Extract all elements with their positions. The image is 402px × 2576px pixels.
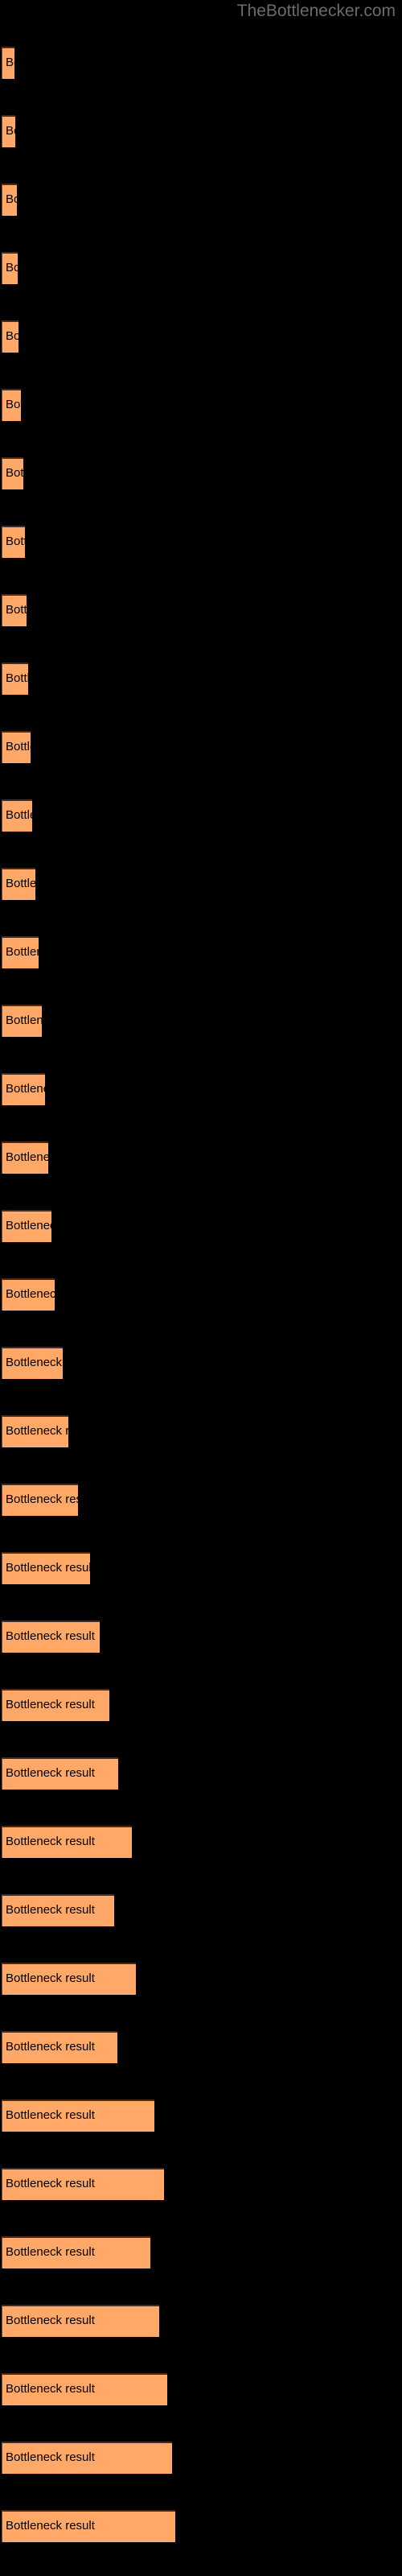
bar[interactable] [2,2031,117,2063]
bar[interactable] [2,1484,78,1516]
bar[interactable] [2,2168,164,2200]
bar[interactable] [2,2442,172,2474]
bar[interactable] [2,526,25,558]
bar-label: Bottleneck result [6,329,95,343]
bar[interactable] [2,2305,159,2337]
bar[interactable] [2,320,18,353]
bar[interactable] [2,1620,100,1653]
bar[interactable] [2,2099,154,2132]
bar[interactable] [2,252,18,284]
bar-label: Bottleneck result [6,261,95,275]
bar[interactable] [2,731,31,763]
bar[interactable] [2,1552,90,1584]
bar-label: Bottleneck result [6,56,95,69]
bar-label: Bottleneck result [6,192,95,206]
bar[interactable] [2,1210,51,1242]
bar[interactable] [2,2236,150,2268]
bar[interactable] [2,1278,55,1311]
bar[interactable] [2,1826,132,1858]
bar[interactable] [2,799,32,832]
bar[interactable] [2,457,23,489]
bar[interactable] [2,184,17,216]
bar-label: Bottleneck result [6,124,95,138]
bar[interactable] [2,1894,114,1926]
bar[interactable] [2,1415,68,1447]
bar[interactable] [2,2373,167,2405]
bar[interactable] [2,389,21,421]
bar[interactable] [2,1005,42,1037]
bar[interactable] [2,1757,118,1790]
bar[interactable] [2,594,27,626]
bar[interactable] [2,868,35,900]
bar[interactable] [2,115,15,147]
bar[interactable] [2,47,14,79]
bar[interactable] [2,663,28,695]
bar[interactable] [2,1689,109,1721]
bar[interactable] [2,1347,63,1379]
bar[interactable] [2,1963,136,1995]
bar[interactable] [2,936,39,968]
bar[interactable] [2,2510,175,2542]
bar[interactable] [2,1141,48,1174]
bottleneck-bar-chart: Bottleneck result Bottleneck result Bottle… [0,0,402,2576]
bar[interactable] [2,1073,45,1105]
